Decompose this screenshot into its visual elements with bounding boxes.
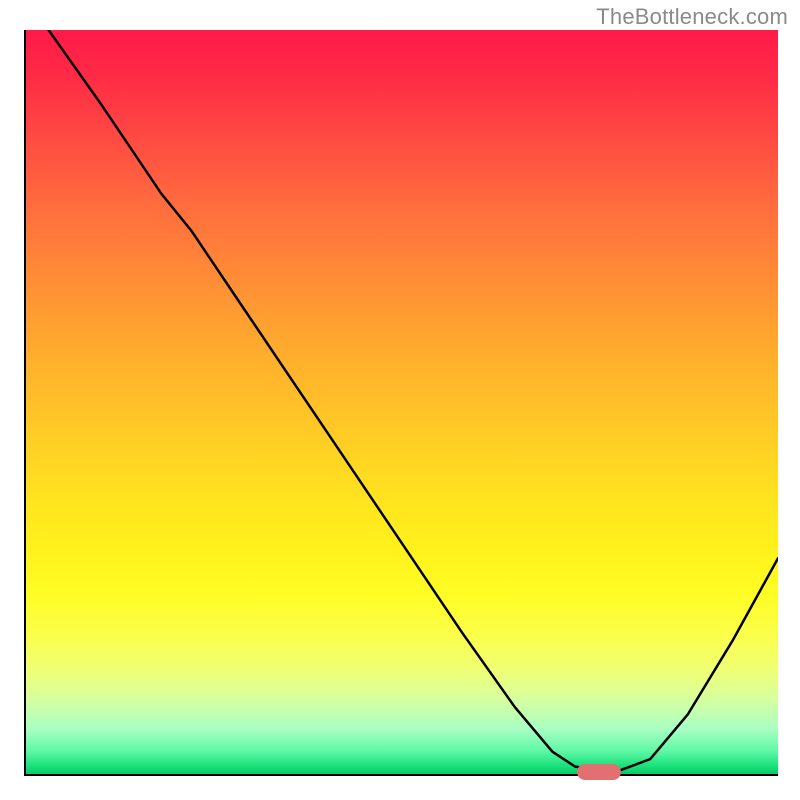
optimal-marker <box>577 764 621 780</box>
plot-area <box>24 30 778 776</box>
bottleneck-curve <box>26 30 778 774</box>
attribution-text: TheBottleneck.com <box>596 4 788 30</box>
